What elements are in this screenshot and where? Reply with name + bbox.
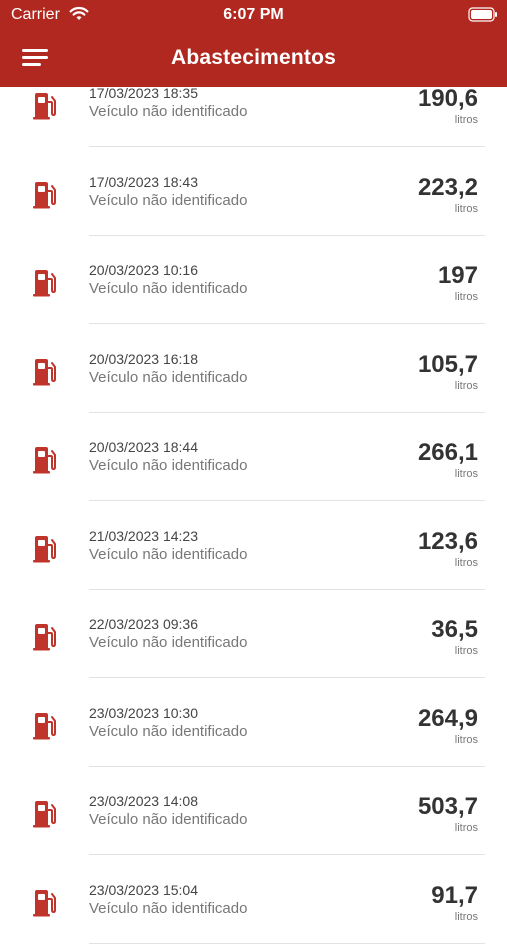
- list-item[interactable]: 21/03/2023 14:23 Veículo não identificado…: [0, 502, 507, 590]
- item-datetime: 23/03/2023 10:30: [89, 705, 198, 721]
- item-vehicle: Veículo não identificado: [89, 900, 248, 917]
- fuel-pump-icon: [32, 269, 58, 297]
- item-datetime: 21/03/2023 14:23: [89, 528, 198, 544]
- item-datetime: 22/03/2023 09:36: [89, 616, 198, 632]
- fuel-pump-icon: [32, 181, 58, 209]
- row-divider: [89, 500, 485, 501]
- item-vehicle: Veículo não identificado: [89, 811, 248, 828]
- navigation-bar: Abastecimentos: [0, 35, 507, 79]
- item-volume: 91,7: [431, 882, 478, 909]
- fuel-pump-icon: [32, 92, 58, 120]
- fuel-pump-icon: [32, 535, 58, 563]
- row-divider: [89, 146, 485, 147]
- item-datetime: 17/03/2023 18:35: [89, 85, 198, 101]
- item-datetime: 20/03/2023 16:18: [89, 351, 198, 367]
- item-unit: litros: [454, 291, 478, 303]
- item-vehicle: Veículo não identificado: [89, 369, 248, 386]
- battery-icon: [468, 7, 498, 27]
- item-unit: litros: [454, 468, 478, 480]
- list-item[interactable]: 23/03/2023 10:30 Veículo não identificado…: [0, 679, 507, 767]
- list-item[interactable]: 20/03/2023 10:16 Veículo não identificado…: [0, 236, 507, 324]
- fuel-pump-icon: [32, 623, 58, 651]
- list-item[interactable]: 20/03/2023 16:18 Veículo não identificado…: [0, 325, 507, 413]
- row-divider: [89, 323, 485, 324]
- fuel-pump-icon: [32, 712, 58, 740]
- item-datetime: 20/03/2023 18:44: [89, 439, 198, 455]
- item-datetime: 23/03/2023 14:08: [89, 793, 198, 809]
- clock: 6:07 PM: [223, 6, 284, 23]
- app-bar: Carrier 6:07 PM Abastecimentos: [0, 0, 507, 87]
- list-item[interactable]: 20/03/2023 18:44 Veículo não identificado…: [0, 413, 507, 501]
- item-vehicle: Veículo não identificado: [89, 103, 248, 120]
- fuel-pump-icon: [32, 800, 58, 828]
- row-divider: [89, 854, 485, 855]
- list-item[interactable]: 17/03/2023 18:43 Veículo não identificado…: [0, 148, 507, 236]
- fuel-pump-icon: [32, 889, 58, 917]
- item-vehicle: Veículo não identificado: [89, 280, 248, 297]
- item-datetime: 17/03/2023 18:43: [89, 174, 198, 190]
- item-unit: litros: [454, 911, 478, 923]
- item-vehicle: Veículo não identificado: [89, 546, 248, 563]
- item-volume: 105,7: [417, 351, 478, 378]
- item-unit: litros: [454, 734, 478, 746]
- fuel-pump-icon: [32, 358, 58, 386]
- page-title: Abastecimentos: [170, 46, 337, 69]
- item-unit: litros: [454, 380, 478, 392]
- item-vehicle: Veículo não identificado: [89, 634, 248, 651]
- fuel-pump-icon: [32, 446, 58, 474]
- item-unit: litros: [454, 203, 478, 215]
- item-vehicle: Veículo não identificado: [89, 723, 248, 740]
- item-vehicle: Veículo não identificado: [89, 192, 248, 209]
- item-unit: litros: [454, 822, 478, 834]
- item-datetime: 20/03/2023 10:16: [89, 262, 198, 278]
- item-datetime: 23/03/2023 15:04: [89, 882, 198, 898]
- item-vehicle: Veículo não identificado: [89, 457, 248, 474]
- item-volume: 36,5: [431, 616, 478, 643]
- item-unit: litros: [454, 114, 478, 126]
- fuel-log-list: 17/03/2023 18:35 Veículo não identificado…: [0, 0, 507, 944]
- item-volume: 503,7: [417, 793, 478, 820]
- row-divider: [89, 677, 485, 678]
- item-volume: 197: [437, 262, 478, 289]
- item-volume: 190,6: [417, 85, 478, 112]
- list-item[interactable]: 23/03/2023 15:04 Veículo não identificado…: [0, 856, 507, 944]
- item-volume: 266,1: [417, 439, 478, 466]
- item-volume: 264,9: [417, 705, 478, 732]
- item-unit: litros: [454, 645, 478, 657]
- list-item[interactable]: 23/03/2023 14:08 Veículo não identificado…: [0, 767, 507, 855]
- status-bar: Carrier 6:07 PM: [0, 0, 507, 30]
- item-volume: 223,2: [417, 174, 478, 201]
- list-item[interactable]: 22/03/2023 09:36 Veículo não identificado…: [0, 590, 507, 678]
- item-volume: 123,6: [417, 528, 478, 555]
- item-unit: litros: [454, 557, 478, 569]
